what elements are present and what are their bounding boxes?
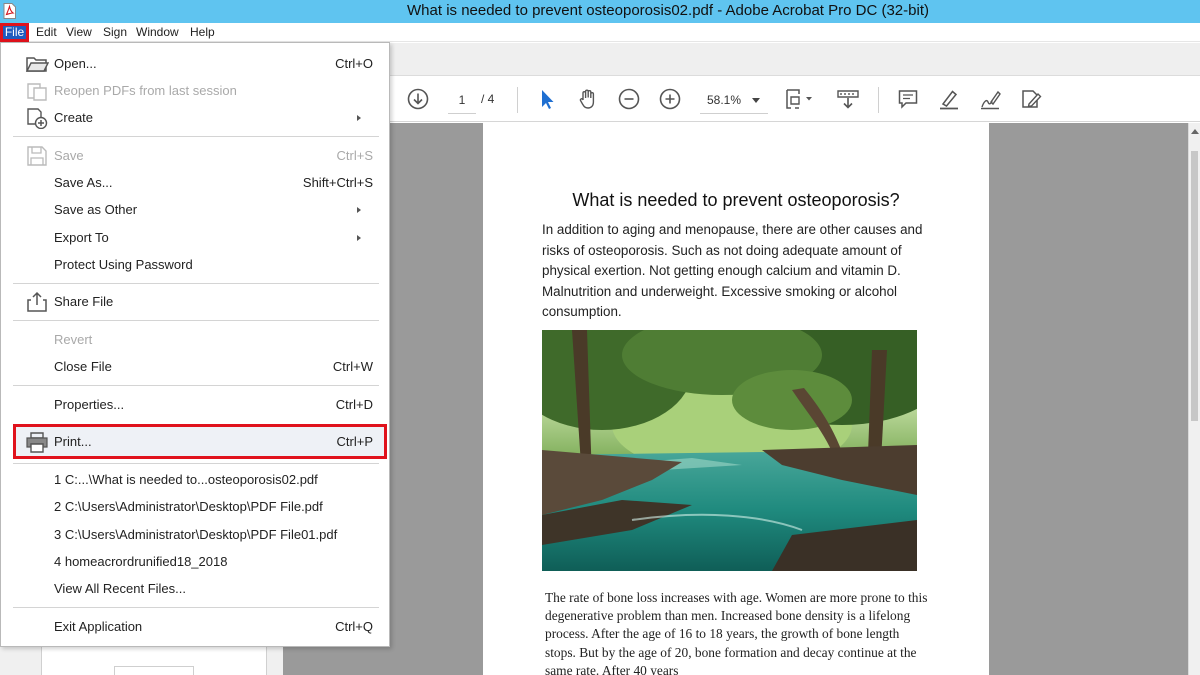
- scroll-mode-icon[interactable]: [836, 87, 860, 111]
- window-title: What is needed to prevent osteoporosis02…: [407, 2, 929, 19]
- menu-item-label: Export To: [54, 230, 109, 245]
- zoom-dropdown[interactable]: 58.1%: [700, 90, 768, 114]
- menu-item-label: 2 C:\Users\Administrator\Desktop\PDF Fil…: [54, 499, 323, 514]
- menu-item-label: Close File: [54, 359, 112, 374]
- download-icon[interactable]: [406, 87, 430, 111]
- menu-item-label: 3 C:\Users\Administrator\Desktop\PDF Fil…: [54, 527, 338, 542]
- menu-item-shortcut: Shift+Ctrl+S: [302, 175, 373, 190]
- menu-item-label: Revert: [54, 332, 93, 347]
- fit-page-icon[interactable]: [783, 87, 815, 111]
- document-paragraph: In addition to aging and menopause, ther…: [542, 222, 923, 319]
- save-icon: [27, 146, 47, 166]
- menu-item-export-to[interactable]: Export To: [1, 225, 389, 251]
- menu-item-label: Save: [54, 148, 84, 163]
- menu-item-revert[interactable]: Revert: [1, 327, 389, 353]
- menu-item-label: View All Recent Files...: [54, 581, 186, 596]
- scroll-up-icon[interactable]: [1191, 129, 1199, 134]
- recent-file-3[interactable]: 3 C:\Users\Administrator\Desktop\PDF Fil…: [1, 522, 389, 548]
- menu-item-shortcut: Ctrl+O: [335, 56, 373, 71]
- menu-file[interactable]: File: [0, 23, 29, 42]
- menu-item-label: 1 C:...\What is needed to...osteoporosis…: [54, 472, 318, 487]
- toolbar: [390, 77, 1200, 122]
- hand-tool-icon[interactable]: [576, 87, 600, 111]
- menu-item-share-file[interactable]: Share File: [1, 289, 389, 315]
- menu-item-save[interactable]: Save Ctrl+S: [1, 143, 389, 169]
- highlight-pen-icon[interactable]: [937, 87, 961, 111]
- menu-separator: [13, 385, 379, 386]
- zoom-in-icon[interactable]: [658, 87, 682, 111]
- menu-window[interactable]: Window: [136, 24, 179, 41]
- vertical-scrollbar[interactable]: [1188, 123, 1200, 675]
- menu-edit[interactable]: Edit: [36, 24, 57, 41]
- select-cursor-icon[interactable]: [535, 87, 559, 111]
- recent-file-2[interactable]: 2 C:\Users\Administrator\Desktop\PDF Fil…: [1, 494, 389, 520]
- reopen-icon: [27, 83, 47, 101]
- page-thumbnail[interactable]: [114, 666, 194, 675]
- page-total-label: / 4: [481, 92, 495, 106]
- menu-bar: File Edit View Sign Window Help: [0, 23, 1200, 42]
- chevron-down-icon: [752, 98, 760, 103]
- create-icon: [27, 108, 48, 129]
- zoom-out-icon[interactable]: [617, 87, 641, 111]
- menu-item-shortcut: Ctrl+D: [335, 397, 373, 412]
- menu-item-label: Properties...: [54, 397, 125, 412]
- scrollbar-thumb[interactable]: [1191, 151, 1198, 421]
- submenu-arrow-icon: [357, 235, 361, 241]
- menu-item-save-as-other[interactable]: Save as Other: [1, 197, 389, 223]
- share-icon: [27, 291, 47, 312]
- edit-pdf-icon[interactable]: [1019, 87, 1043, 111]
- open-folder-icon: [25, 57, 49, 72]
- menu-item-exit-application[interactable]: Exit Application Ctrl+Q: [1, 614, 389, 640]
- printer-icon: [26, 432, 48, 453]
- file-menu-dropdown: Open... Ctrl+O Reopen PDFs from last ses…: [0, 42, 390, 647]
- menu-separator: [13, 463, 379, 464]
- menu-separator: [13, 283, 379, 284]
- menu-item-view-all-recent[interactable]: View All Recent Files...: [1, 576, 389, 602]
- zoom-value: 58.1%: [707, 93, 742, 107]
- comment-icon[interactable]: [896, 87, 920, 111]
- menu-separator: [13, 136, 379, 137]
- menu-item-label: 4 homeacrordrunified18_2018: [54, 554, 228, 569]
- menu-item-label: Protect Using Password: [54, 257, 193, 272]
- menu-item-label: Exit Application: [54, 619, 143, 634]
- menu-item-label: Save As...: [54, 175, 113, 190]
- menu-item-label: Open...: [54, 56, 97, 71]
- menu-item-label: Save as Other: [54, 202, 138, 217]
- menu-item-shortcut: Ctrl+W: [332, 359, 373, 374]
- menu-separator: [13, 320, 379, 321]
- menu-item-shortcut: Ctrl+Q: [335, 619, 373, 634]
- menu-item-label: Create: [54, 110, 94, 125]
- menu-item-label: Share File: [54, 294, 114, 309]
- menu-item-label: Print...: [54, 434, 92, 449]
- menu-item-print[interactable]: Print... Ctrl+P: [1, 429, 389, 455]
- pdf-page: What is needed to prevent osteoporosis? …: [483, 123, 989, 675]
- document-paragraph: The rate of bone loss increases with age…: [545, 590, 928, 675]
- menu-item-properties[interactable]: Properties... Ctrl+D: [1, 392, 389, 418]
- menu-item-create[interactable]: Create: [1, 105, 389, 131]
- menu-item-label: Reopen PDFs from last session: [54, 83, 237, 98]
- menu-item-shortcut: Ctrl+P: [336, 434, 373, 449]
- recent-file-4[interactable]: 4 homeacrordrunified18_2018: [1, 549, 389, 575]
- recent-file-1[interactable]: 1 C:...\What is needed to...osteoporosis…: [1, 467, 389, 493]
- menu-item-save-as[interactable]: Save As... Shift+Ctrl+S: [1, 170, 389, 196]
- menu-view[interactable]: View: [66, 24, 92, 41]
- submenu-arrow-icon: [357, 115, 361, 121]
- sign-icon[interactable]: [978, 87, 1002, 111]
- forest-river-photo: [542, 330, 917, 571]
- submenu-arrow-icon: [357, 207, 361, 213]
- menu-separator: [13, 607, 379, 608]
- menu-help[interactable]: Help: [190, 24, 215, 41]
- menu-item-close-file[interactable]: Close File Ctrl+W: [1, 354, 389, 380]
- menu-item-open[interactable]: Open... Ctrl+O: [1, 51, 389, 77]
- title-bar: What is needed to prevent osteoporosis02…: [0, 0, 1200, 23]
- menu-sign[interactable]: Sign: [103, 24, 127, 41]
- menu-item-reopen[interactable]: Reopen PDFs from last session: [1, 78, 389, 104]
- page-number-input[interactable]: 1: [448, 90, 476, 114]
- menu-item-shortcut: Ctrl+S: [336, 148, 373, 163]
- toolbar-divider: [878, 87, 879, 113]
- document-heading: What is needed to prevent osteoporosis?: [572, 190, 900, 210]
- menu-item-protect-using-password[interactable]: Protect Using Password: [1, 252, 389, 278]
- toolbar-divider: [517, 87, 518, 113]
